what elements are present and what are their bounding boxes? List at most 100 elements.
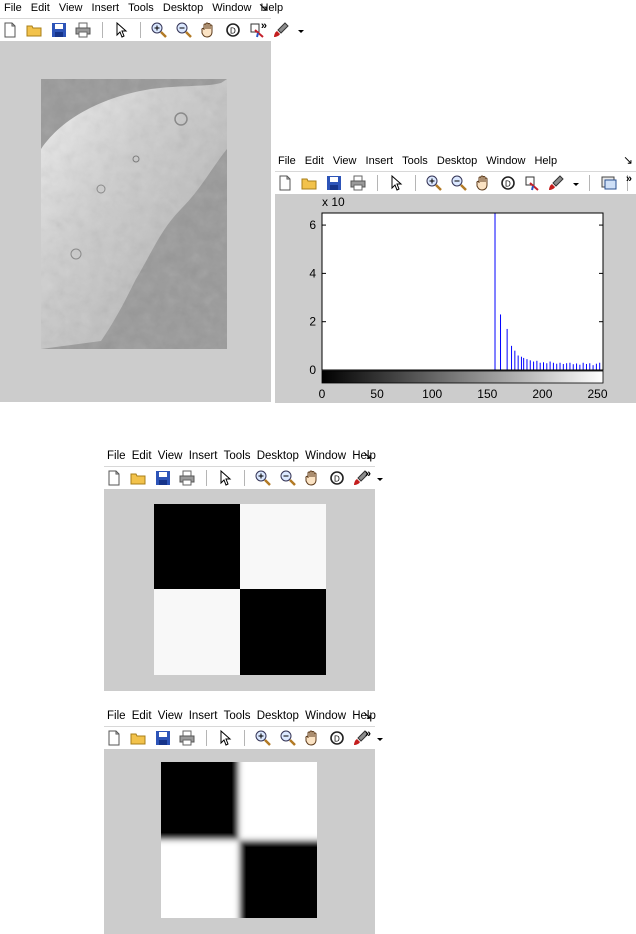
open-file-icon[interactable]	[129, 729, 147, 747]
menu-edit[interactable]: Edit	[305, 153, 324, 167]
toolbar-more-icon[interactable]: »	[365, 468, 371, 480]
figure-canvas	[104, 749, 375, 934]
checker-cell	[154, 504, 240, 589]
pointer-icon[interactable]	[216, 729, 234, 747]
menu-bar: File Edit View Insert Tools Desktop Wind…	[0, 0, 283, 18]
y-tick-label: 2	[309, 315, 316, 329]
pan-hand-icon[interactable]	[303, 469, 321, 487]
menu-file[interactable]: File	[278, 153, 296, 167]
menu-tools[interactable]: Tools	[128, 0, 154, 14]
dock-arrow-icon[interactable]: ↘	[362, 708, 372, 722]
menu-edit[interactable]: Edit	[132, 448, 152, 462]
menu-view[interactable]: View	[158, 708, 183, 722]
new-figure-icon[interactable]	[105, 469, 123, 487]
menu-window[interactable]: Window	[486, 153, 525, 167]
rotate-3d-icon[interactable]: D	[499, 174, 517, 192]
new-figure-icon[interactable]	[105, 729, 123, 747]
checker-cell	[239, 762, 317, 840]
link-plot-icon[interactable]	[600, 174, 618, 192]
menu-tools[interactable]: Tools	[402, 153, 428, 167]
figure-toolbar: D »	[104, 466, 384, 490]
menu-insert[interactable]: Insert	[189, 448, 218, 462]
print-icon[interactable]	[349, 174, 367, 192]
svg-text:D: D	[230, 27, 236, 36]
menu-bar: File Edit View Insert Tools Desktop Wind…	[275, 153, 636, 171]
figure-window-histogram: File Edit View Insert Tools Desktop Wind…	[275, 153, 636, 403]
menu-edit[interactable]: Edit	[31, 0, 50, 14]
data-cursor-icon[interactable]	[523, 174, 541, 192]
menu-desktop[interactable]: Desktop	[163, 0, 203, 14]
rotate-3d-icon[interactable]: D	[328, 469, 346, 487]
pan-hand-icon[interactable]	[303, 729, 321, 747]
menu-file[interactable]: File	[107, 448, 126, 462]
pan-hand-icon[interactable]	[474, 174, 492, 192]
print-icon[interactable]	[74, 21, 92, 39]
dock-arrow-icon[interactable]: ↘	[258, 0, 268, 14]
toolbar-separator	[414, 175, 416, 191]
print-icon[interactable]	[178, 729, 196, 747]
dock-arrow-icon[interactable]: ↘	[362, 448, 372, 462]
menu-help[interactable]: Help	[534, 153, 557, 167]
y-tick-label: 4	[309, 266, 316, 280]
zoom-out-icon[interactable]	[279, 729, 297, 747]
menu-tools[interactable]: Tools	[224, 448, 251, 462]
zoom-out-icon[interactable]	[279, 469, 297, 487]
brush-dropdown-icon[interactable]	[572, 174, 580, 192]
menu-edit[interactable]: Edit	[132, 708, 152, 722]
rotate-3d-icon[interactable]: D	[328, 729, 346, 747]
save-icon[interactable]	[325, 174, 343, 192]
toolbar-more-icon[interactable]: »	[626, 173, 632, 185]
menu-view[interactable]: View	[59, 0, 83, 14]
menu-window[interactable]: Window	[305, 448, 346, 462]
menu-window[interactable]: Window	[305, 708, 346, 722]
brush-icon[interactable]	[272, 21, 290, 39]
new-figure-icon[interactable]	[276, 174, 294, 192]
save-icon[interactable]	[50, 21, 68, 39]
dock-arrow-icon[interactable]: ↘	[623, 153, 633, 167]
zoom-out-icon[interactable]	[450, 174, 468, 192]
menu-desktop[interactable]: Desktop	[257, 708, 299, 722]
menu-tools[interactable]: Tools	[224, 708, 251, 722]
save-icon[interactable]	[154, 729, 172, 747]
open-file-icon[interactable]	[129, 469, 147, 487]
pointer-icon[interactable]	[387, 174, 405, 192]
menu-desktop[interactable]: Desktop	[257, 448, 299, 462]
menu-insert[interactable]: Insert	[366, 153, 394, 167]
zoom-in-icon[interactable]	[254, 729, 272, 747]
new-figure-icon[interactable]	[1, 21, 19, 39]
zoom-in-icon[interactable]	[254, 469, 272, 487]
toolbar-more-icon[interactable]: »	[365, 728, 371, 740]
pointer-icon[interactable]	[216, 469, 234, 487]
open-file-icon[interactable]	[25, 21, 43, 39]
pointer-icon[interactable]	[112, 21, 130, 39]
x-tick-label: 250	[587, 387, 607, 401]
zoom-in-icon[interactable]	[150, 21, 168, 39]
brush-dropdown-icon[interactable]	[376, 729, 384, 747]
moon-image	[41, 79, 227, 349]
y-tick-label: 0	[309, 363, 316, 377]
menu-file[interactable]: File	[4, 0, 22, 14]
toolbar-more-icon[interactable]: »	[261, 20, 267, 32]
menu-view[interactable]: View	[333, 153, 357, 167]
save-icon[interactable]	[154, 469, 172, 487]
menu-insert[interactable]: Insert	[92, 0, 120, 14]
print-icon[interactable]	[178, 469, 196, 487]
menu-file[interactable]: File	[107, 708, 126, 722]
menu-view[interactable]: View	[158, 448, 183, 462]
open-file-icon[interactable]	[300, 174, 318, 192]
menu-window[interactable]: Window	[212, 0, 251, 14]
zoom-in-icon[interactable]	[425, 174, 443, 192]
menu-insert[interactable]: Insert	[189, 708, 218, 722]
figure-canvas	[104, 489, 375, 691]
brush-icon[interactable]	[547, 174, 565, 192]
toolbar-separator	[589, 175, 591, 191]
figure-window-checkerboard: File Edit View Insert Tools Desktop Wind…	[104, 448, 384, 691]
menu-desktop[interactable]: Desktop	[437, 153, 477, 167]
brush-dropdown-icon[interactable]	[376, 469, 384, 487]
checker-cell	[239, 840, 317, 918]
rotate-3d-icon[interactable]: D	[224, 21, 242, 39]
checker-cell	[240, 504, 326, 589]
zoom-out-icon[interactable]	[175, 21, 193, 39]
brush-dropdown-icon[interactable]	[297, 21, 305, 39]
pan-hand-icon[interactable]	[199, 21, 217, 39]
